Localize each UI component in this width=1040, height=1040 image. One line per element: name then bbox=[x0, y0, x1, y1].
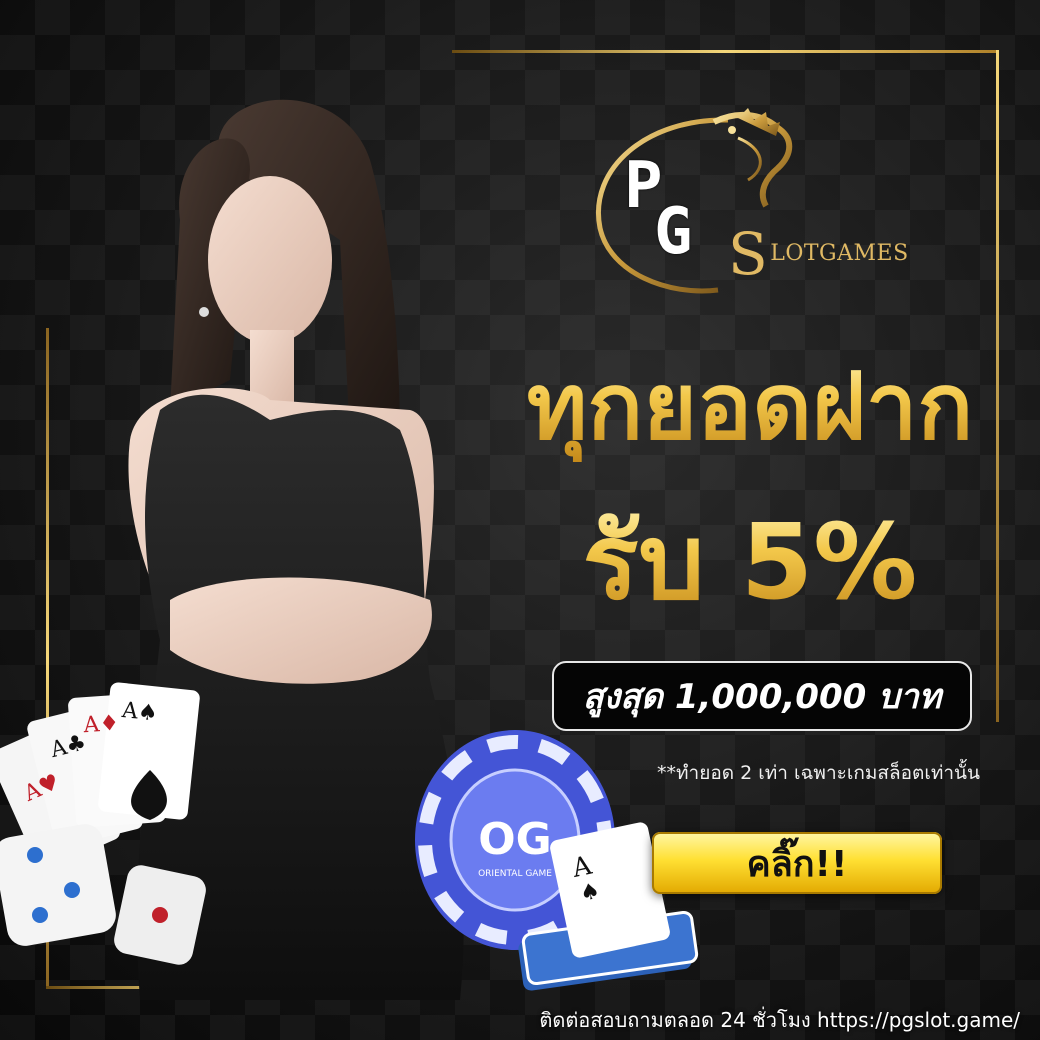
headline-line-2: รับ 5% bbox=[510, 500, 990, 624]
promo-banner: P G SLOTGAMES A♥ A♣ A♦ A♠ OG ORIENTAL GA… bbox=[0, 0, 1040, 1040]
click-button-label: คลิ๊ก!! bbox=[746, 843, 848, 885]
pg-slotgames-logo: P G SLOTGAMES bbox=[588, 108, 908, 298]
gold-frame-right bbox=[996, 50, 999, 722]
logo-wordmark-rest: LOTGAMES bbox=[770, 241, 909, 266]
chip-caption-text: ORIENTAL GAME bbox=[478, 869, 552, 879]
logo-letter-s: S bbox=[728, 220, 769, 288]
headline-line-1: ทุกยอดฝาก bbox=[510, 352, 990, 462]
chip-logo-text: OG bbox=[478, 814, 552, 865]
gold-frame-top bbox=[452, 50, 998, 53]
max-bonus-pill: สูงสุด 1,000,000 บาท bbox=[552, 661, 972, 731]
logo-letter-g: G bbox=[654, 195, 695, 269]
svg-text:A♠: A♠ bbox=[120, 698, 159, 727]
slotgames-wordmark: SLOTGAMES bbox=[728, 206, 909, 288]
click-button[interactable]: คลิ๊ก!! bbox=[652, 832, 942, 894]
max-bonus-text: สูงสุด 1,000,000 บาท bbox=[582, 677, 942, 717]
terms-note: **ทำยอด 2 เท่า เฉพาะเกมสล็อตเท่านั้น bbox=[657, 762, 980, 784]
svg-text:A♦: A♦ bbox=[82, 711, 120, 738]
contact-footer: ติดต่อสอบถามตลอด 24 ชั่วโมง https://pgsl… bbox=[539, 1008, 1020, 1032]
